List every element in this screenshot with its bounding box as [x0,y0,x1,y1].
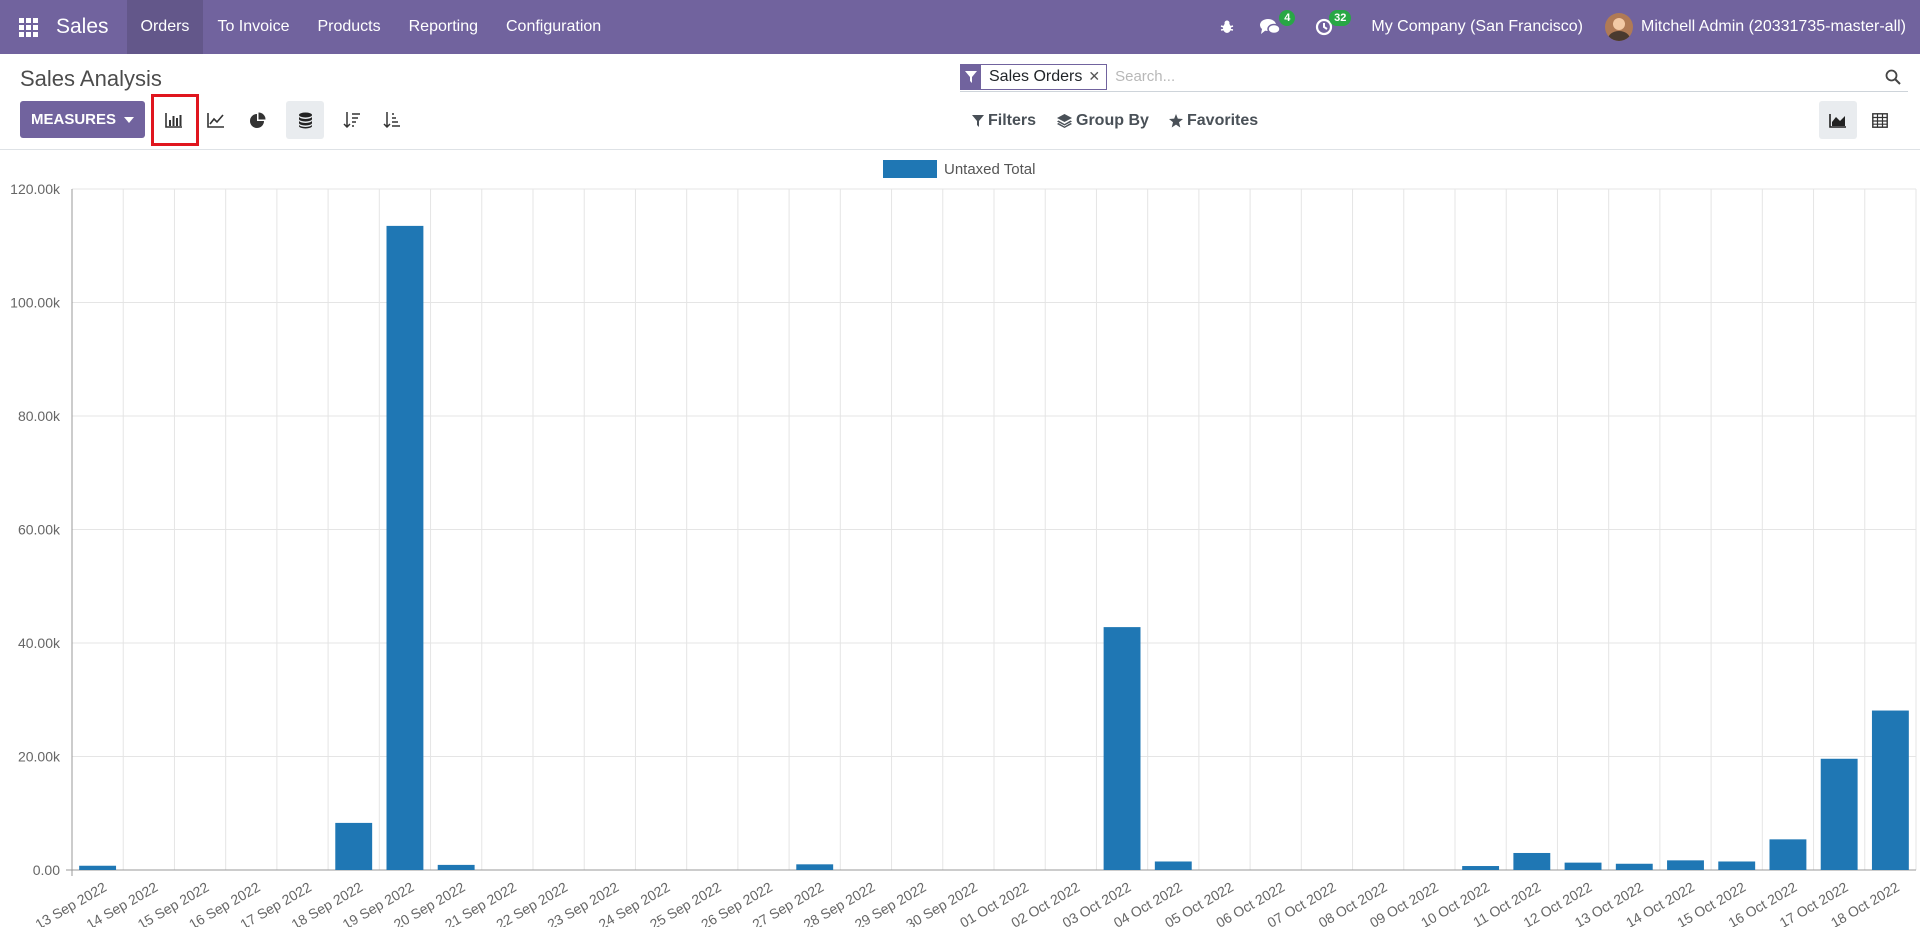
facet-remove-icon[interactable]: ✕ [1088,68,1106,85]
group-by-dropdown[interactable]: Group By [1057,112,1149,130]
avatar [1605,13,1633,41]
menu-item-to-invoice[interactable]: To Invoice [203,0,303,54]
main-menu: Orders To Invoice Products Reporting Con… [126,0,616,54]
sort-descending-icon [343,112,360,129]
apps-grid-icon [18,17,38,37]
bar-chart-button[interactable] [155,101,193,139]
chat-icon [1260,19,1282,35]
menu-item-reporting[interactable]: Reporting [395,0,492,54]
measures-dropdown-button[interactable]: MEASURES [20,101,145,138]
area-chart-icon [1829,113,1846,128]
bar-chart: 0.00 20.00k 40.00k 60.00k 80.00k 100.00k 120.0… [10,181,1917,927]
y-tick-label: 80.00k [18,408,61,424]
pie-chart-icon [249,112,265,128]
favorites-dropdown[interactable]: Favorites [1169,112,1258,130]
bar [1820,758,1858,870]
bar [437,864,475,870]
layers-icon [1057,114,1072,128]
activities-button[interactable]: 32 [1303,0,1352,54]
search-input[interactable] [1107,62,1882,91]
star-icon [1169,114,1183,128]
bar [1462,866,1500,870]
chart-legend[interactable]: Untaxed Total [883,160,1035,178]
y-tick-label: 0.00 [33,862,60,878]
search-bar: Sales Orders ✕ [960,62,1908,92]
caret-down-icon [124,116,134,123]
menu-item-products[interactable]: Products [303,0,394,54]
bar [335,822,373,870]
y-tick-label: 40.00k [18,635,61,651]
menu-item-configuration[interactable]: Configuration [492,0,615,54]
navbar-systray: 4 32 My Company (San Francisco) Mitchell… [1207,0,1920,54]
y-tick-label: 120.00k [10,181,61,197]
messages-button[interactable]: 4 [1247,0,1296,54]
favorites-label: Favorites [1187,112,1259,129]
activities-count-badge: 32 [1329,10,1352,26]
bar [79,865,117,870]
control-panel: Sales Analysis Sales Orders ✕ MEASURES [0,54,1920,150]
search-icon[interactable] [1882,66,1904,88]
bar [1564,862,1602,870]
line-chart-icon [207,113,224,128]
sort-ascending-button[interactable] [373,101,411,139]
menu-item-orders[interactable]: Orders [126,0,204,54]
y-tick-label: 100.00k [10,295,61,311]
apps-menu-button[interactable] [0,0,56,54]
bar [1103,627,1141,870]
table-icon [1872,112,1888,128]
bar [1667,860,1704,870]
filter-icon [972,115,984,127]
legend-label: Untaxed Total [944,160,1036,178]
bar [1615,863,1653,870]
page-title: Sales Analysis [20,66,162,91]
y-tick-label: 60.00k [18,522,61,538]
line-chart-button[interactable] [197,101,235,139]
bar [796,864,834,870]
pivot-view-button[interactable] [1861,101,1899,139]
pie-chart-button[interactable] [238,101,276,139]
y-tick-label: 20.00k [18,749,61,765]
user-name: Mitchell Admin (20331735-master-all) [1641,18,1906,35]
measures-label: MEASURES [30,111,116,128]
bar [386,225,424,870]
sort-descending-button[interactable] [333,101,371,139]
messages-count-badge: 4 [1279,10,1296,26]
top-navbar: Sales Orders To Invoice Products Reporti… [0,0,1920,54]
sort-ascending-icon [383,112,400,129]
user-menu[interactable]: Mitchell Admin (20331735-master-all) [1605,13,1920,41]
bug-icon [1221,20,1234,33]
facet-label: Sales Orders [989,67,1083,85]
bar [1513,852,1551,870]
search-facet: Sales Orders ✕ [960,63,1108,90]
graph-view: Untaxed Total 0.00 20.00k 40.00k 60.00k 80.0… [0,151,1920,927]
bar [1718,861,1756,870]
filters-dropdown[interactable]: Filters [972,112,1036,130]
graph-view-button[interactable] [1819,101,1857,139]
bar [1154,861,1192,870]
stacked-toggle-button[interactable] [286,101,324,139]
database-icon [298,112,312,128]
filter-icon [961,64,981,89]
bar [1769,839,1807,870]
app-name[interactable]: Sales [56,15,127,39]
legend-swatch [883,160,937,178]
filters-label: Filters [988,112,1037,129]
company-switcher[interactable]: My Company (San Francisco) [1345,18,1605,36]
debug-button[interactable] [1207,0,1247,54]
bar-chart-icon [165,113,182,128]
group-by-label: Group By [1076,112,1149,129]
bar [1871,710,1909,870]
